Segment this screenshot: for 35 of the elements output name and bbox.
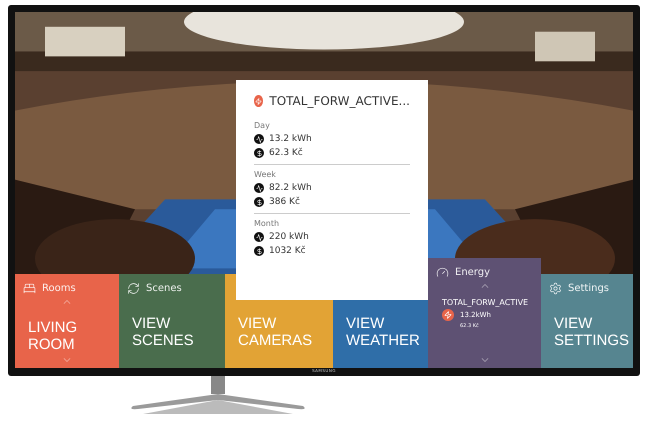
reading-value: 220 kWh — [269, 232, 309, 242]
tile-title: VIEW SCENES — [131, 316, 195, 349]
dollar-icon — [254, 246, 264, 256]
tile-title: VIEW SETTINGS — [553, 316, 630, 349]
period-label: Day — [254, 121, 271, 130]
gauge-icon — [436, 266, 449, 278]
tile-category: Rooms — [42, 282, 76, 294]
lightning-icon — [254, 95, 264, 107]
refresh-icon — [127, 282, 140, 294]
energy-icon — [254, 183, 264, 193]
reading-value: 13.2 kWh — [269, 134, 312, 144]
energy-icon — [254, 232, 264, 242]
dollar-icon — [254, 148, 264, 158]
energy-icon — [254, 134, 264, 144]
tile-title: LIVING ROOM — [27, 320, 78, 353]
sensor-name: TOTAL_FORW_ACTIVE — [441, 298, 530, 307]
reading-value: 82.2 kWh — [269, 183, 312, 193]
menu-tile[interactable]: Scenes VIEW SCENES — [119, 274, 225, 368]
tile-category: Settings — [568, 282, 610, 294]
settings-icon — [549, 282, 562, 294]
popup-title: TOTAL_FORW_ACTIVE... — [269, 94, 410, 108]
period-label: Week — [254, 170, 277, 179]
reading-value: 62.3 Kč — [269, 148, 303, 158]
menu-tile[interactable]: Settings VIEW SETTINGS — [541, 274, 633, 368]
tile-category: Energy — [455, 266, 490, 278]
tile-category: Scenes — [146, 282, 182, 294]
dollar-icon — [254, 197, 264, 207]
tile-title: VIEW WEATHER — [345, 316, 421, 349]
lightning-icon — [442, 309, 454, 321]
bed-icon — [23, 282, 36, 294]
menu-tile[interactable]: Rooms LIVING ROOM — [15, 274, 119, 368]
tile-title: VIEW CAMERAS — [237, 316, 314, 349]
period-label: Month — [254, 219, 280, 228]
reading-value: 1032 Kč — [269, 246, 306, 256]
reading-value: 386 Kč — [269, 197, 300, 207]
